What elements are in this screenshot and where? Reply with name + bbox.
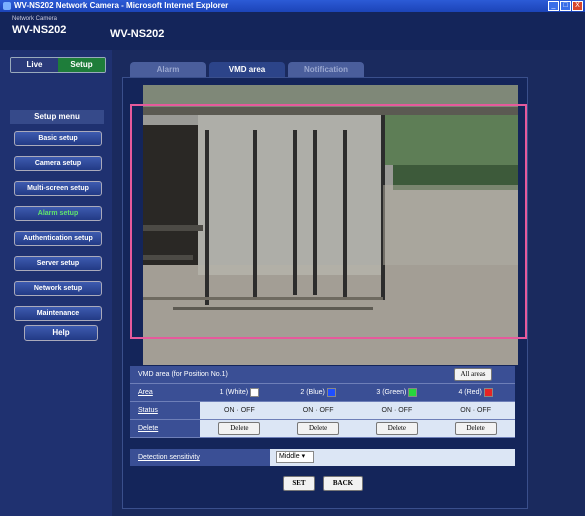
live-button[interactable]: Live (11, 58, 58, 72)
area-4-header: 4 (Red) (436, 384, 515, 401)
maximize-button[interactable]: □ (560, 1, 571, 11)
vmd-area-frame[interactable] (130, 104, 527, 339)
sidebar-item-basic-setup[interactable]: Basic setup (14, 131, 102, 146)
sidebar-item-alarm-setup[interactable]: Alarm setup (14, 206, 102, 221)
tab-bar: Alarm VMD area Notification (130, 62, 364, 77)
sidebar-item-server-setup[interactable]: Server setup (14, 256, 102, 271)
setup-menu: Basic setup Camera setup Multi-screen se… (14, 131, 102, 331)
setup-menu-title: Setup menu (10, 110, 104, 124)
action-buttons: SET BACK (283, 476, 363, 491)
all-areas-button[interactable]: All areas (454, 368, 492, 381)
area-3-label: 3 (Green) (376, 389, 407, 396)
tab-vmd-area[interactable]: VMD area (209, 62, 285, 77)
area-2-header: 2 (Blue) (278, 384, 358, 401)
area-1-delete-cell: Delete (200, 420, 279, 437)
browser-icon (3, 2, 11, 10)
sidebar-item-network-setup[interactable]: Network setup (14, 281, 102, 296)
window-title: WV-NS202 Network Camera - Microsoft Inte… (14, 1, 229, 10)
sidebar-item-maintenance[interactable]: Maintenance (14, 306, 102, 321)
area-4-delete-cell: Delete (436, 420, 515, 437)
detection-sensitivity-select[interactable]: Middle ▾ (276, 451, 314, 464)
brand-logo: WV-NS202 (12, 24, 67, 36)
area-3-delete-cell: Delete (357, 420, 437, 437)
area-2-label: 2 (Blue) (300, 389, 325, 396)
sidebar-item-multi-screen-setup[interactable]: Multi-screen setup (14, 181, 102, 196)
delete-label: Delete (130, 420, 200, 437)
area-label: Area (130, 384, 200, 401)
tab-notification[interactable]: Notification (288, 62, 364, 77)
setup-button[interactable]: Setup (58, 58, 105, 72)
area-2-delete-button[interactable]: Delete (297, 421, 340, 435)
area-3-header: 3 (Green) (357, 384, 437, 401)
area-1-header: 1 (White) (200, 384, 279, 401)
area-4-delete-button[interactable]: Delete (454, 421, 497, 435)
area-2-color-swatch (326, 387, 336, 397)
area-4-color-swatch (483, 387, 493, 397)
area-3-delete-button[interactable]: Delete (375, 421, 418, 435)
window-titlebar: WV-NS202 Network Camera - Microsoft Inte… (0, 0, 585, 12)
sidebar-item-camera-setup[interactable]: Camera setup (14, 156, 102, 171)
close-button[interactable]: X (572, 1, 583, 11)
area-2-status-toggle[interactable]: ON · OFF (278, 402, 358, 419)
mode-switch: Live Setup (10, 57, 106, 73)
area-3-color-swatch (408, 387, 418, 397)
app-header (0, 12, 585, 50)
help-button[interactable]: Help (24, 325, 98, 341)
area-4-label: 4 (Red) (458, 389, 482, 396)
area-1-color-swatch (250, 387, 260, 397)
model-name: WV-NS202 (110, 28, 165, 40)
area-1-delete-button[interactable]: Delete (218, 421, 261, 435)
area-1-status-toggle[interactable]: ON · OFF (200, 402, 279, 419)
minimize-button[interactable]: _ (548, 1, 559, 11)
area-3-status-toggle[interactable]: ON · OFF (357, 402, 437, 419)
sidebar-item-authentication-setup[interactable]: Authentication setup (14, 231, 102, 246)
area-2-delete-cell: Delete (278, 420, 358, 437)
detection-sensitivity-cell: Middle ▾ (270, 449, 515, 466)
delete-row: Delete Delete Delete Delete Delete (130, 420, 515, 438)
area-row: Area 1 (White) 2 (Blue) 3 (Green) 4 (Red… (130, 384, 515, 402)
detection-sensitivity-row: Detection sensitivity Middle ▾ (130, 449, 515, 466)
detection-sensitivity-label: Detection sensitivity (130, 449, 270, 466)
area-1-label: 1 (White) (219, 389, 249, 396)
tab-alarm[interactable]: Alarm (130, 62, 206, 77)
area-4-status-toggle[interactable]: ON · OFF (436, 402, 515, 419)
status-row: Status ON · OFF ON · OFF ON · OFF ON · O… (130, 402, 515, 420)
detection-sensitivity-value: Middle (279, 453, 300, 461)
brand-subtitle: Network Camera (12, 16, 58, 22)
set-button[interactable]: SET (283, 476, 315, 491)
status-label: Status (130, 402, 200, 419)
back-button[interactable]: BACK (323, 476, 363, 491)
